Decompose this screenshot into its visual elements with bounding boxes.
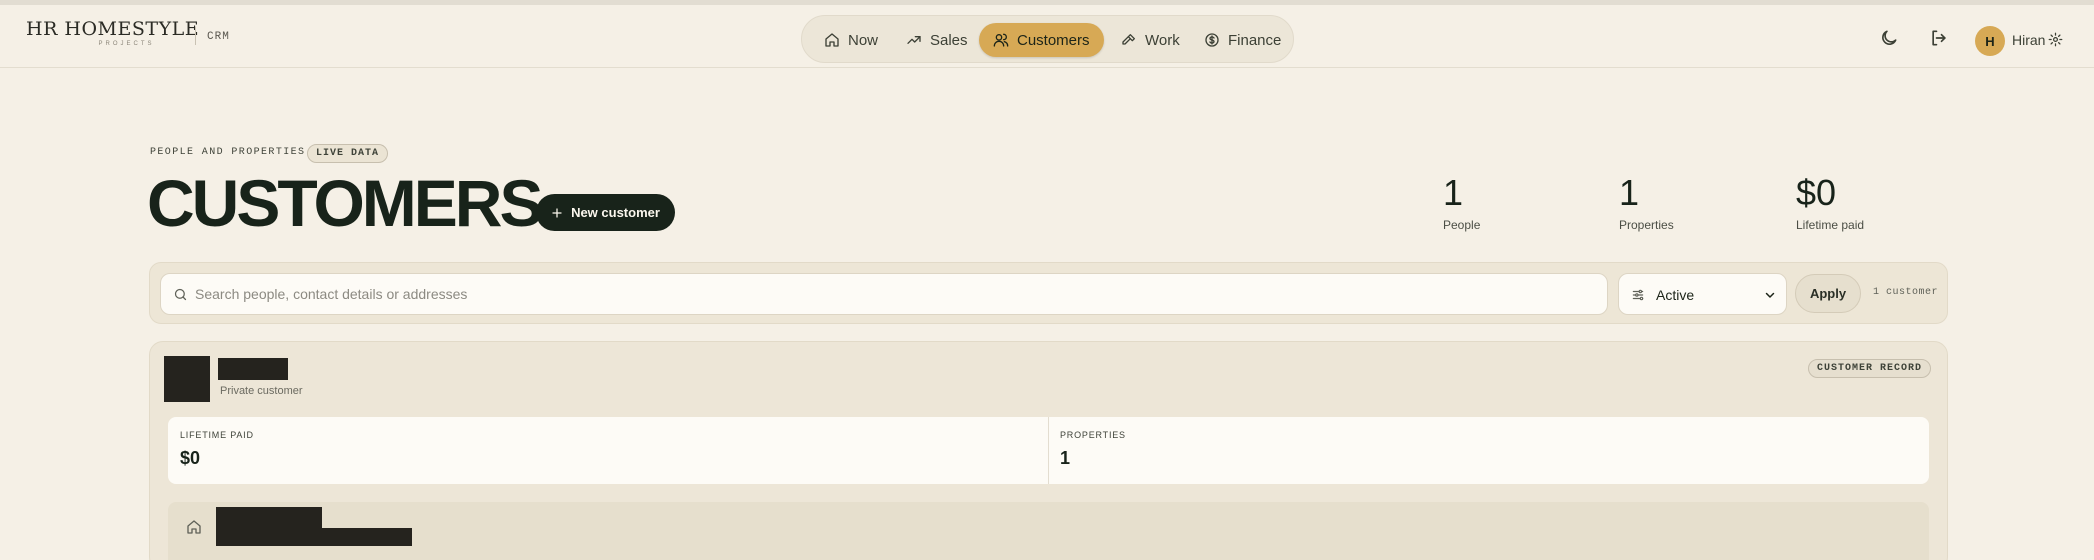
metric-lifetime-paid: LIFETIME PAID $0 — [168, 417, 1048, 484]
stat-value: 1 — [1443, 172, 1464, 213]
filter-bar: Active Apply 1 customer — [149, 262, 1948, 324]
nav-label: Work — [1145, 31, 1180, 49]
stat-lifetime-paid: $0 Lifetime paid — [1796, 172, 1864, 232]
page-eyebrow: PEOPLE AND PROPERTIES — [150, 147, 306, 158]
customer-avatar-redacted — [164, 356, 210, 402]
user-name[interactable]: Hiran — [2012, 32, 2045, 48]
result-count: 1 customer — [1873, 287, 1939, 298]
customer-metrics: LIFETIME PAID $0 PROPERTIES 1 — [168, 417, 1929, 484]
nav-label: Sales — [930, 31, 968, 49]
customer-name-redacted — [218, 358, 288, 380]
metric-value: $0 — [180, 448, 201, 468]
status-select-value: Active — [1656, 287, 1695, 303]
metric-properties: PROPERTIES 1 — [1048, 417, 1929, 484]
stat-people: 1 People — [1443, 172, 1480, 232]
apply-button[interactable]: Apply — [1795, 274, 1861, 313]
stat-label: Properties — [1619, 218, 1674, 232]
nav-item-now[interactable]: Now — [810, 23, 892, 57]
plus-icon — [552, 207, 562, 218]
main-nav: Now Sales Customers Work Finance — [801, 15, 1294, 63]
logout-icon[interactable] — [1929, 28, 1949, 48]
stat-properties: 1 Properties — [1619, 172, 1674, 232]
dark-mode-icon[interactable] — [1879, 28, 1899, 48]
stat-label: Lifetime paid — [1796, 218, 1865, 232]
new-customer-button[interactable]: New customer — [536, 194, 675, 231]
chevron-down-icon — [1765, 292, 1775, 298]
nav-item-sales[interactable]: Sales — [892, 23, 982, 57]
dollar-circle-icon — [1205, 33, 1219, 47]
gear-icon[interactable] — [2048, 32, 2063, 47]
nav-item-finance[interactable]: Finance — [1190, 23, 1295, 57]
home-icon — [825, 33, 839, 47]
brand-logo[interactable]: HR HOMESTYLE PROJECTS — [26, 18, 199, 47]
metric-label: LIFETIME PAID — [180, 430, 254, 440]
user-avatar[interactable]: H — [1975, 26, 2005, 56]
search-input[interactable] — [195, 274, 1595, 314]
hammer-icon — [1122, 34, 1135, 45]
sliders-icon — [1632, 289, 1644, 301]
logo-subtitle: PROJECTS — [98, 41, 155, 47]
home-icon — [187, 520, 201, 534]
metric-label: PROPERTIES — [1060, 430, 1126, 440]
nav-label: Now — [848, 31, 879, 49]
property-row[interactable] — [168, 502, 1929, 560]
live-data-badge: LIVE DATA — [307, 144, 389, 163]
stat-value: 1 — [1619, 172, 1640, 213]
nav-item-customers[interactable]: Customers — [979, 23, 1104, 57]
search-box[interactable] — [160, 273, 1608, 315]
property-name-redacted — [216, 507, 322, 529]
logo-wordmark: HR HOMESTYLE — [26, 18, 200, 40]
metric-value: 1 — [1060, 448, 1071, 468]
stat-value: $0 — [1796, 172, 1837, 213]
customer-record-badge: CUSTOMER RECORD — [1808, 359, 1932, 378]
page-title: CUSTOMERS — [147, 166, 543, 240]
nav-item-work[interactable]: Work — [1107, 23, 1194, 57]
customer-card[interactable]: Private customer CUSTOMER RECORD LIFETIM… — [149, 341, 1948, 560]
property-address-redacted — [216, 528, 412, 546]
app-header: HR HOMESTYLE PROJECTS CRM Now Sales Cust… — [0, 5, 2094, 68]
trend-up-icon — [907, 36, 921, 44]
nav-label: Finance — [1228, 31, 1282, 49]
customer-type: Private customer — [220, 385, 303, 397]
search-icon — [174, 288, 187, 301]
users-icon — [993, 33, 1009, 47]
new-customer-label: New customer — [571, 205, 660, 220]
logo-divider — [195, 27, 196, 45]
stat-label: People — [1443, 218, 1481, 232]
app-tag: CRM — [207, 31, 230, 43]
status-select[interactable]: Active — [1618, 273, 1787, 315]
nav-label: Customers — [1017, 31, 1090, 49]
